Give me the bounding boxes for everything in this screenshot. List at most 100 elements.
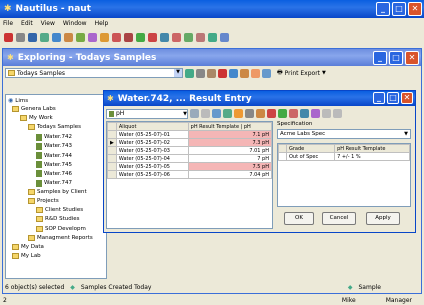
menu-file[interactable]: File — [3, 20, 13, 27]
tree-item[interactable]: Managment Reports — [28, 234, 93, 241]
delete-icon[interactable] — [218, 68, 227, 78]
help-icon[interactable] — [208, 32, 217, 42]
minimize-button[interactable]: _ — [376, 2, 390, 16]
results-icon[interactable] — [112, 32, 121, 42]
menu-help[interactable]: Help — [95, 20, 109, 27]
ph-value-cell[interactable]: 7.04 pH — [187, 170, 272, 179]
dialog-maximize-button[interactable]: □ — [387, 92, 399, 104]
tree-item[interactable]: My Data — [12, 244, 44, 250]
flask-icon[interactable] — [76, 32, 85, 42]
main-title-bar[interactable]: ✱ Nautilus - naut _ □ ✕ — [0, 0, 424, 18]
tree-item[interactable]: Water.744 — [36, 152, 72, 159]
chevron-down-icon[interactable]: ▼ — [183, 111, 187, 117]
table-icon[interactable] — [40, 32, 49, 42]
filter-icon[interactable] — [240, 68, 249, 78]
aliquot-cell[interactable]: Water (05-25-07)-01 — [115, 130, 189, 139]
cut-icon[interactable] — [16, 32, 25, 42]
result-row[interactable]: Water (05-25-07)-05 7.5 pH — [107, 162, 272, 171]
ph-value-cell[interactable]: 7 pH — [187, 154, 272, 163]
ph-value-cell[interactable]: 7.01 pH — [187, 146, 272, 155]
explorer-maximize-button[interactable]: □ — [389, 51, 403, 65]
instrument-icon[interactable] — [289, 109, 298, 118]
result-row[interactable]: Water (05-25-07)-06 7.04 pH — [107, 170, 272, 179]
result-row[interactable]: ▶ Water (05-25-07)-02 7.3 pH — [107, 138, 272, 147]
result-grid[interactable]: Aliquot pH Result Template | pH Water (0… — [107, 122, 272, 179]
tree-item[interactable]: Genera Labs — [12, 106, 56, 112]
chart-icon[interactable] — [64, 32, 73, 42]
settings-icon[interactable] — [88, 32, 97, 42]
chart-icon[interactable] — [201, 109, 210, 118]
ok-button[interactable]: OK — [284, 212, 314, 225]
aliquot-cell[interactable]: Water (05-25-07)-04 — [115, 154, 189, 163]
test-combo[interactable]: pH ▼ — [106, 108, 188, 119]
audit-icon[interactable] — [311, 109, 320, 118]
folder-combo[interactable]: Todays Samples ▼ — [5, 68, 183, 78]
spec-combo[interactable]: Acme Labs Spec ▼ — [277, 129, 411, 139]
aliquot-cell[interactable]: Water (05-25-07)-05 — [115, 162, 189, 171]
result-row[interactable]: Water (05-25-07)-01 7.1 pH — [107, 130, 272, 139]
chevron-down-icon[interactable]: ▼ — [174, 69, 182, 77]
copy-icon[interactable] — [196, 68, 205, 78]
undo-icon[interactable] — [245, 109, 254, 118]
aliquot-cell[interactable]: Water (05-25-07)-06 — [115, 170, 189, 179]
aliquot-cell[interactable]: Water (05-25-07)-02 — [115, 138, 189, 147]
details-icon[interactable] — [262, 68, 271, 78]
tree-item[interactable]: Water.742 — [36, 133, 72, 141]
flag-icon[interactable] — [267, 109, 276, 118]
edit-icon[interactable] — [212, 109, 221, 118]
approve-icon[interactable] — [234, 109, 243, 118]
spec-template[interactable]: 7 +/- 1 % — [334, 152, 410, 161]
result-row[interactable]: Water (05-25-07)-03 7.01 pH — [107, 146, 272, 155]
dialog-minimize-button[interactable]: _ — [373, 92, 385, 104]
view-icon[interactable] — [251, 68, 260, 78]
col-grade[interactable]: Grade — [285, 144, 336, 153]
spec-row[interactable]: Out of Spec 7 +/- 1 % — [278, 152, 410, 161]
tree-panel[interactable]: ◉ Lims Genera Labs My Work Todays Samples W… — [5, 94, 107, 279]
ph-value-cell[interactable]: 7.5 pH — [187, 162, 272, 171]
menu-edit[interactable]: Edit — [21, 20, 33, 27]
refresh-icon[interactable] — [185, 68, 194, 78]
info-icon[interactable] — [220, 32, 229, 42]
spec-grade[interactable]: Out of Spec — [285, 152, 336, 161]
apply-button[interactable]: Apply — [366, 212, 400, 225]
print-export-button[interactable]: 🖶 Print Export ▼ — [277, 68, 326, 78]
refresh-icon[interactable] — [333, 109, 342, 118]
tree-item[interactable]: Water.745 — [36, 161, 72, 169]
report-icon[interactable] — [28, 32, 37, 42]
tree-item[interactable]: Water.747 — [36, 179, 72, 187]
calculate-icon[interactable] — [223, 109, 232, 118]
ph-value-cell[interactable]: 7.3 pH — [187, 138, 272, 147]
dialog-close-button[interactable]: ✕ — [401, 92, 413, 104]
maximize-button[interactable]: □ — [392, 2, 406, 16]
explorer-minimize-button[interactable]: _ — [373, 51, 387, 65]
menu-view[interactable]: View — [41, 20, 55, 27]
tree-item[interactable]: R&D Studies — [36, 216, 80, 223]
paste-icon[interactable] — [207, 68, 216, 78]
lock-icon[interactable] — [256, 109, 265, 118]
workflow-icon[interactable] — [124, 32, 133, 42]
col-aliquot[interactable]: Aliquot — [115, 122, 189, 131]
explorer-title-bar[interactable]: ✱ Exploring - Todays Samples _ □ ✕ — [3, 49, 421, 66]
delete-icon[interactable] — [4, 32, 13, 42]
tree-item[interactable]: Client Studies — [36, 207, 83, 214]
tree-item[interactable]: SOP Developm — [36, 225, 86, 232]
tree-item[interactable]: Water.746 — [36, 170, 72, 178]
approval-icon[interactable] — [184, 32, 193, 42]
audit-icon[interactable] — [172, 32, 181, 42]
tree-item[interactable]: My Work — [20, 115, 53, 122]
aliquot-cell[interactable]: Water (05-25-07)-03 — [115, 146, 189, 155]
inventory-icon[interactable] — [160, 32, 169, 42]
result-row[interactable]: Water (05-25-07)-04 7 pH — [107, 154, 272, 163]
instrument-icon[interactable] — [148, 32, 157, 42]
chevron-down-icon[interactable]: ▼ — [404, 131, 410, 137]
explorer-close-button[interactable]: ✕ — [405, 51, 419, 65]
lab-icon[interactable] — [136, 32, 145, 42]
sample-icon[interactable] — [100, 32, 109, 42]
properties-icon[interactable] — [229, 68, 238, 78]
close-button[interactable]: ✕ — [408, 2, 422, 16]
sign-icon[interactable] — [278, 109, 287, 118]
tree-item[interactable]: Samples by Client — [28, 188, 87, 195]
tree-item[interactable]: Projects — [28, 198, 59, 204]
menu-window[interactable]: Window — [63, 20, 87, 27]
tree-root[interactable]: ◉ Lims — [8, 97, 28, 104]
